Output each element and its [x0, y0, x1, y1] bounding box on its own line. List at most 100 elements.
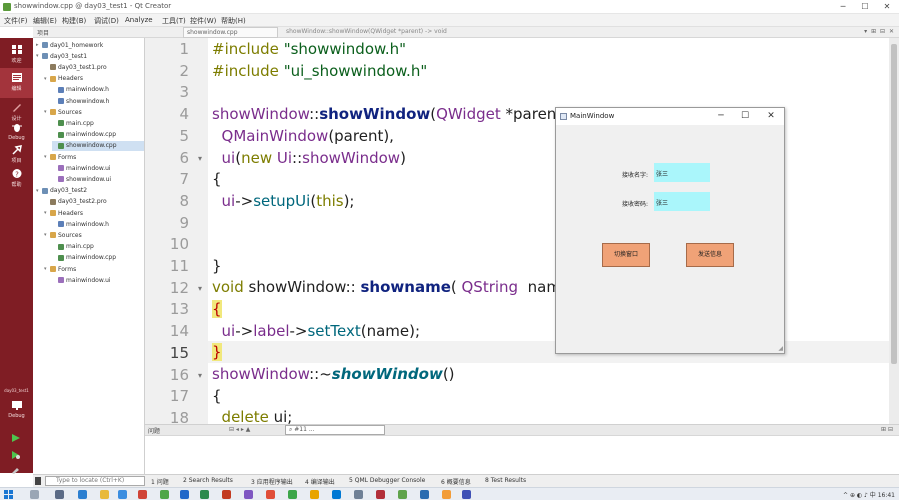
pane-controls[interactable]: ⊞ ⊟	[881, 426, 893, 433]
output-tab-summary[interactable]: 6 概要信息	[441, 477, 471, 486]
tree-item[interactable]: main.cpp	[52, 118, 144, 128]
tree-item[interactable]: ▾ Sources	[44, 107, 144, 117]
clock[interactable]: 16:41	[878, 492, 895, 499]
excel-icon[interactable]	[200, 490, 209, 499]
tree-item[interactable]: mainwindow.h	[52, 219, 144, 229]
fold-marker-icon[interactable]: ▾	[198, 371, 202, 380]
tree-item[interactable]: mainwindow.ui	[52, 275, 144, 285]
output-tab-compile[interactable]: 4 编译输出	[305, 477, 335, 486]
close-button[interactable]: ✕	[877, 1, 897, 13]
tree-item[interactable]: ▸ day01_homework	[36, 40, 144, 50]
send-info-button[interactable]: 发送信息	[686, 243, 734, 267]
tree-item[interactable]: ▾ Headers	[44, 208, 144, 218]
media-icon[interactable]	[266, 490, 275, 499]
output-tab-qml[interactable]: 5 QML Debugger Console	[349, 477, 425, 484]
resize-grip-icon[interactable]: ◢	[778, 345, 783, 352]
mode-edit[interactable]: 编辑	[0, 68, 33, 98]
app-icon[interactable]	[138, 490, 147, 499]
mainwindow-minimize-button[interactable]: ─	[714, 110, 728, 122]
locator-input[interactable]: Type to locate (Ctrl+K)	[45, 476, 145, 486]
kit-sub-label: Debug	[8, 413, 25, 419]
menu-file[interactable]: 文件(F)	[4, 16, 28, 26]
app5-icon[interactable]	[442, 490, 451, 499]
open-file-tab[interactable]: showwindow.cpp	[183, 27, 278, 38]
tree-item[interactable]: ▾ Forms	[44, 264, 144, 274]
browser-icon[interactable]	[118, 490, 127, 499]
tree-item[interactable]: main.cpp	[52, 242, 144, 252]
search-icon[interactable]	[30, 490, 39, 499]
fold-marker-icon[interactable]: ▾	[198, 284, 202, 293]
debug-run-button[interactable]	[11, 450, 21, 462]
task-view-icon[interactable]	[55, 490, 64, 499]
qtcreator-taskbar-icon[interactable]	[160, 490, 169, 499]
switch-window-button[interactable]: 切换窗口	[602, 243, 650, 267]
tree-item[interactable]: day03_test2.pro	[44, 197, 144, 207]
mode-help[interactable]: ? 帮助	[0, 164, 33, 194]
tree-item[interactable]: mainwindow.h	[52, 85, 144, 95]
output-tab-tests[interactable]: 8 Test Results	[485, 477, 526, 484]
menu-edit[interactable]: 编辑(E)	[33, 16, 57, 26]
tree-item[interactable]: showwindow.ui	[52, 174, 144, 184]
minimize-button[interactable]: ─	[833, 1, 853, 13]
code-editor[interactable]: 1 2 3 4 5 6 ▾ 7 8 9 10 11 12 ▾ 13 14 15 16 ▾ 17 18 #include …	[145, 38, 899, 427]
tree-item[interactable]: showwindow.cpp	[52, 140, 144, 151]
fold-marker-icon[interactable]: ▾	[198, 154, 202, 163]
windows-start-icon[interactable]	[4, 490, 13, 499]
tree-item[interactable]: mainwindow.cpp	[52, 253, 144, 263]
vscode-icon[interactable]	[332, 490, 341, 499]
menu-tools[interactable]: 工具(T)	[162, 16, 186, 26]
symbol-selector[interactable]: showWindow::showWindow(QWidget *parent) …	[283, 27, 493, 38]
tree-item[interactable]: ▾ Forms	[44, 152, 144, 162]
tree-item[interactable]: ▾ Sources	[44, 230, 144, 240]
mainwindow-close-button[interactable]: ✕	[764, 110, 778, 122]
h-file-icon	[58, 98, 64, 104]
system-tray[interactable]: ^ ⊕ ◐ ♪ 中 16:41	[843, 490, 895, 499]
tree-item[interactable]: mainwindow.cpp	[52, 130, 144, 140]
tree-item[interactable]: ▾ day03_test2	[36, 186, 144, 196]
tree-item[interactable]: ▾ day03_test1	[36, 51, 144, 61]
word-icon[interactable]	[180, 490, 189, 499]
tree-item[interactable]: mainwindow.ui	[52, 163, 144, 173]
app6-icon[interactable]	[462, 490, 471, 499]
chat-icon[interactable]	[288, 490, 297, 499]
menu-build[interactable]: 构建(B)	[62, 16, 86, 26]
output-tab-search[interactable]: 2 Search Results	[183, 477, 233, 484]
explorer-icon[interactable]	[100, 490, 109, 499]
tree-item-label: mainwindow.h	[66, 220, 109, 228]
output-tab-app-output[interactable]: 3 应用程序输出	[251, 477, 293, 486]
mode-welcome[interactable]: 欢迎	[0, 40, 33, 70]
tree-item[interactable]: day03_test1.pro	[44, 62, 144, 72]
sidebar-toggle-icon[interactable]	[35, 477, 41, 485]
maximize-button[interactable]: ☐	[855, 1, 875, 13]
menu-debug[interactable]: 调试(D)	[94, 16, 119, 26]
tree-item[interactable]: ▾ Headers	[44, 74, 144, 84]
run-button[interactable]	[11, 433, 21, 445]
code-line-13: {	[212, 300, 222, 318]
kit-selector[interactable]: Debug	[0, 396, 33, 426]
menu-controls[interactable]: 控件(W)	[190, 16, 216, 26]
tree-item[interactable]: showwindow.h	[52, 96, 144, 106]
onenote-icon[interactable]	[244, 490, 253, 499]
terminal-icon[interactable]	[354, 490, 363, 499]
edge-icon[interactable]	[78, 490, 87, 499]
app3-icon[interactable]	[398, 490, 407, 499]
app4-icon[interactable]	[420, 490, 429, 499]
powerpoint-icon[interactable]	[222, 490, 231, 499]
line-number: 16	[169, 365, 189, 384]
chrome-icon[interactable]	[310, 490, 319, 499]
build-button[interactable]	[11, 466, 21, 476]
name-field[interactable]: 张三	[654, 163, 710, 182]
ime-indicator[interactable]: 中	[870, 492, 876, 499]
password-field[interactable]: 张三	[654, 192, 710, 211]
filter-icons[interactable]: ⊟ ◂ ▸ ▲	[229, 426, 250, 433]
toolbar-icons[interactable]: ▾ ⊞ ⊟ ✕	[864, 28, 895, 35]
line-number: 6	[179, 148, 189, 167]
app2-icon[interactable]	[376, 490, 385, 499]
menu-help[interactable]: 帮助(H)	[221, 16, 246, 26]
editor-scrollbar[interactable]	[889, 38, 899, 424]
issues-filter-input[interactable]: ⌕ #11 ...	[285, 425, 385, 435]
mainwindow-maximize-button[interactable]: ☐	[738, 110, 752, 122]
output-tab-issues[interactable]: 1 问题	[151, 477, 169, 486]
scrollbar-thumb[interactable]	[891, 44, 897, 364]
menu-analyze[interactable]: Analyze	[125, 16, 153, 24]
